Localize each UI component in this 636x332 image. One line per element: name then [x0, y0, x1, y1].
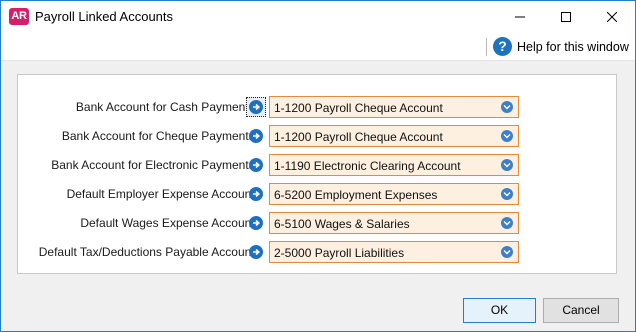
account-select[interactable]: 1-1200 Payroll Cheque Account	[269, 96, 519, 118]
help-link[interactable]: Help for this window	[517, 40, 629, 54]
chevron-down-circle-icon[interactable]	[501, 130, 513, 142]
close-button[interactable]	[589, 1, 635, 32]
account-select-value: 1-1200 Payroll Cheque Account	[274, 101, 443, 115]
account-select[interactable]: 6-5100 Wages & Salaries	[269, 212, 519, 234]
row-electronic-payments: Bank Account for Electronic Payments: 1-…	[18, 154, 618, 176]
zoom-arrow-button[interactable]	[246, 126, 266, 146]
minimize-icon	[515, 16, 525, 17]
zoom-arrow-button[interactable]	[246, 242, 266, 262]
arrow-right-circle-icon	[249, 158, 263, 172]
zoom-arrow-button[interactable]	[246, 97, 266, 117]
arrow-right-circle-icon	[249, 100, 263, 114]
minimize-button[interactable]	[497, 1, 543, 32]
zoom-arrow-button[interactable]	[246, 184, 266, 204]
row-label: Bank Account for Cheque Payments:	[61, 129, 258, 143]
title-bar: AR Payroll Linked Accounts	[1, 1, 635, 32]
chevron-down-circle-icon[interactable]	[501, 159, 513, 171]
cancel-button[interactable]: Cancel	[543, 298, 619, 323]
help-bar: ? Help for this window	[1, 32, 635, 61]
row-label: Default Wages Expense Account:	[80, 216, 258, 230]
linked-accounts-panel: Bank Account for Cash Payments: 1-1200 P…	[17, 74, 617, 274]
account-select[interactable]: 6-5200 Employment Expenses	[269, 183, 519, 205]
chevron-down-circle-icon[interactable]	[501, 246, 513, 258]
close-icon	[607, 11, 617, 22]
account-select[interactable]: 1-1200 Payroll Cheque Account	[269, 125, 519, 147]
zoom-arrow-button[interactable]	[246, 155, 266, 175]
row-label: Default Tax/Deductions Payable Account:	[38, 245, 258, 259]
row-tax-deductions-payable: Default Tax/Deductions Payable Account: …	[18, 241, 618, 263]
app-logo-icon: AR	[9, 8, 29, 25]
row-label: Default Employer Expense Account:	[66, 187, 258, 201]
chevron-down-circle-icon[interactable]	[501, 101, 513, 113]
maximize-button[interactable]	[543, 1, 589, 32]
row-wages-expense: Default Wages Expense Account: 6-5100 Wa…	[18, 212, 618, 234]
row-cash-payments: Bank Account for Cash Payments: 1-1200 P…	[18, 96, 618, 118]
window-title: Payroll Linked Accounts	[35, 9, 174, 24]
account-select-value: 1-1190 Electronic Clearing Account	[274, 159, 461, 173]
help-separator	[486, 38, 487, 56]
arrow-right-circle-icon	[249, 187, 263, 201]
arrow-right-circle-icon	[249, 129, 263, 143]
account-select-value: 6-5200 Employment Expenses	[274, 188, 438, 202]
chevron-down-circle-icon[interactable]	[501, 188, 513, 200]
row-employer-expense: Default Employer Expense Account: 6-5200…	[18, 183, 618, 205]
ok-button[interactable]: OK	[463, 298, 536, 323]
account-select-value: 1-1200 Payroll Cheque Account	[274, 130, 443, 144]
arrow-right-circle-icon	[249, 245, 263, 259]
payroll-linked-accounts-window: AR Payroll Linked Accounts ? Help for th…	[0, 0, 636, 332]
chevron-down-circle-icon[interactable]	[501, 217, 513, 229]
account-select-value: 2-5000 Payroll Liabilities	[274, 246, 405, 260]
help-icon[interactable]: ?	[493, 37, 512, 56]
row-label: Bank Account for Electronic Payments:	[51, 158, 258, 172]
account-select[interactable]: 1-1190 Electronic Clearing Account	[269, 154, 519, 176]
maximize-icon	[561, 11, 571, 22]
account-select-value: 6-5100 Wages & Salaries	[274, 217, 410, 231]
zoom-arrow-button[interactable]	[246, 213, 266, 233]
account-select[interactable]: 2-5000 Payroll Liabilities	[269, 241, 519, 263]
row-label: Bank Account for Cash Payments:	[75, 100, 258, 114]
arrow-right-circle-icon	[249, 216, 263, 230]
row-cheque-payments: Bank Account for Cheque Payments: 1-1200…	[18, 125, 618, 147]
